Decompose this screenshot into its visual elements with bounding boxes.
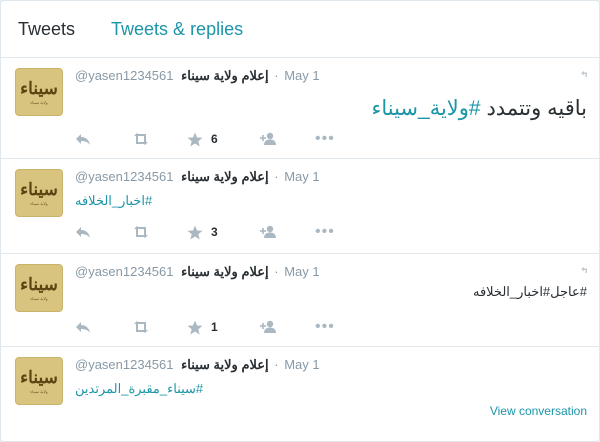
separator: · <box>274 357 279 372</box>
tweet-text-plain: باقيه وتتمدد <box>480 97 587 120</box>
retweet-icon <box>134 321 148 333</box>
retweet-icon <box>134 133 148 145</box>
favorite-count: 1 <box>211 320 218 334</box>
retweet-icon <box>134 226 148 238</box>
more-icon: ••• <box>315 318 335 335</box>
separator: · <box>274 68 279 83</box>
tweet-actions: 6 ••• <box>75 130 371 148</box>
follow-icon <box>260 132 276 145</box>
star-icon <box>187 132 203 146</box>
tweet-text: #اخبار_الخلافه <box>75 193 152 209</box>
favorite-button[interactable]: 6 <box>187 132 259 147</box>
user-name[interactable]: إعلام ولاية سيناء <box>181 264 269 279</box>
user-handle[interactable]: @yasen1234561 <box>75 169 174 184</box>
favorite-button[interactable]: 3 <box>187 225 259 240</box>
tweet-actions: 1 ••• <box>75 318 371 336</box>
more-options-button[interactable]: ••• <box>315 130 371 148</box>
user-handle[interactable]: @yasen1234561 <box>75 264 174 279</box>
reply-icon <box>76 134 90 145</box>
star-icon <box>187 225 203 239</box>
view-conversation-link[interactable]: View conversation <box>490 404 587 418</box>
user-name[interactable]: إعلام ولاية سيناء <box>181 169 269 184</box>
user-name[interactable]: إعلام ولاية سيناء <box>181 357 269 372</box>
avatar-subtitle: ولاية سيناء <box>30 200 48 206</box>
tweet-date[interactable]: May 1 <box>284 357 319 372</box>
retweet-button[interactable] <box>131 132 187 146</box>
tab-bar: Tweets Tweets & replies <box>1 1 599 58</box>
reply-button[interactable] <box>75 132 131 146</box>
tweet-item[interactable]: سيناء ولاية سيناء @yasen1234561 إعلام ول… <box>1 347 599 441</box>
hashtag-link[interactable]: #سيناء_مقبرة_المرتدين <box>75 381 203 396</box>
tweet-header: @yasen1234561 إعلام ولاية سيناء · May 1 <box>75 68 320 84</box>
separator: · <box>274 169 279 184</box>
avatar-logo: سيناء <box>20 367 58 388</box>
separator: · <box>274 264 279 279</box>
avatar[interactable]: سيناء ولاية سيناء <box>15 357 63 405</box>
tweet-header: @yasen1234561 إعلام ولاية سيناء · May 1 <box>75 357 320 373</box>
tweet-text: #عاجل#اخبار_الخلافه <box>472 284 587 299</box>
favorite-count: 6 <box>211 132 218 146</box>
follow-icon <box>260 320 276 333</box>
avatar-logo: سيناء <box>20 179 58 200</box>
tweet-date[interactable]: May 1 <box>284 68 319 83</box>
tweet-item[interactable]: سيناء ولاية سيناء @yasen1234561 إعلام ول… <box>1 58 599 159</box>
retweet-button[interactable] <box>131 320 187 334</box>
tweet-header: @yasen1234561 إعلام ولاية سيناء · May 1 <box>75 264 320 280</box>
tweet-actions: 3 ••• <box>75 223 371 241</box>
tweets-panel: Tweets Tweets & replies سيناء ولاية سينا… <box>0 0 600 442</box>
avatar-logo: سيناء <box>20 274 58 295</box>
avatar-subtitle: ولاية سيناء <box>30 388 48 394</box>
star-icon <box>187 320 203 334</box>
retweeted-indicator-icon <box>579 266 589 276</box>
favorite-count: 3 <box>211 225 218 239</box>
more-options-button[interactable]: ••• <box>315 318 371 336</box>
hashtag-link[interactable]: #اخبار_الخلافه <box>75 193 152 208</box>
avatar-subtitle: ولاية سيناء <box>30 295 48 301</box>
avatar[interactable]: سيناء ولاية سيناء <box>15 169 63 217</box>
more-icon: ••• <box>315 223 335 240</box>
tweet-header: @yasen1234561 إعلام ولاية سيناء · May 1 <box>75 169 320 185</box>
reply-icon <box>76 322 90 333</box>
follow-button[interactable] <box>259 225 315 239</box>
tab-tweets-and-replies[interactable]: Tweets & replies <box>111 19 243 40</box>
tweet-date[interactable]: May 1 <box>284 264 319 279</box>
more-icon: ••• <box>315 130 335 147</box>
follow-button[interactable] <box>259 320 315 334</box>
avatar-subtitle: ولاية سيناء <box>30 99 48 105</box>
follow-button[interactable] <box>259 132 315 146</box>
retweeted-indicator-icon <box>579 70 589 80</box>
more-options-button[interactable]: ••• <box>315 223 371 241</box>
tab-tweets[interactable]: Tweets <box>18 19 75 40</box>
tweet-text: باقيه وتتمدد #ولاية_سيناء <box>371 96 587 121</box>
avatar-logo: سيناء <box>20 78 58 99</box>
reply-button[interactable] <box>75 320 131 334</box>
user-handle[interactable]: @yasen1234561 <box>75 357 174 372</box>
reply-button[interactable] <box>75 225 131 239</box>
tweet-item[interactable]: سيناء ولاية سيناء @yasen1234561 إعلام ول… <box>1 254 599 347</box>
tweet-date[interactable]: May 1 <box>284 169 319 184</box>
hashtag-link[interactable]: #ولاية_سيناء <box>371 97 480 120</box>
avatar[interactable]: سيناء ولاية سيناء <box>15 68 63 116</box>
reply-icon <box>76 227 90 238</box>
tweet-item[interactable]: سيناء ولاية سيناء @yasen1234561 إعلام ول… <box>1 159 599 254</box>
retweet-button[interactable] <box>131 225 187 239</box>
tweet-text: #سيناء_مقبرة_المرتدين <box>75 381 203 397</box>
favorite-button[interactable]: 1 <box>187 320 259 335</box>
follow-icon <box>260 225 276 238</box>
user-name[interactable]: إعلام ولاية سيناء <box>181 68 269 83</box>
avatar[interactable]: سيناء ولاية سيناء <box>15 264 63 312</box>
user-handle[interactable]: @yasen1234561 <box>75 68 174 83</box>
